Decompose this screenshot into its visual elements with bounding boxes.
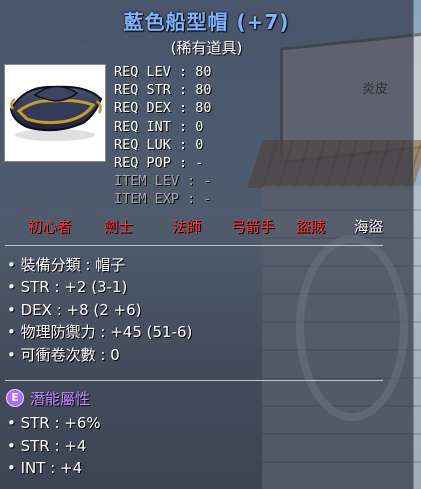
- req-label: REQ POP: [114, 155, 171, 172]
- req-value: : 80: [179, 100, 212, 117]
- potential-rank-icon: E: [6, 389, 24, 407]
- job-bowman: 弓箭手: [231, 220, 275, 236]
- item-name: 藍色船型帽 (+7): [123, 10, 290, 34]
- req-value: : -: [187, 173, 212, 190]
- req-value: : 80: [179, 82, 212, 99]
- potential-line: • INT : +4: [7, 459, 83, 478]
- pirate-hat-icon: [9, 85, 103, 141]
- req-row-pop: REQ POP : -: [114, 154, 212, 172]
- req-row-int: REQ INT : 0: [114, 118, 212, 136]
- job-magician: 法師: [172, 220, 201, 236]
- req-row-str: REQ STR : 80: [114, 81, 212, 99]
- stat-dex: • DEX : +8 (2 +6): [7, 300, 142, 319]
- req-row-item-exp: ITEM EXP : -: [114, 190, 212, 208]
- job-restrictions: 初心者 劍士 法師 弓箭手 盜賊 海盜: [24, 216, 404, 238]
- req-label: REQ LUK: [114, 136, 171, 153]
- item-tooltip: 藍色船型帽 (+7) (稀有道具) REQ LEV : 80 REQ STR :…: [0, 0, 414, 489]
- req-label: REQ LEV: [114, 64, 171, 80]
- potential-line: • STR : +6%: [7, 414, 101, 432]
- req-value: : 80: [179, 64, 212, 80]
- req-row-item-level: ITEM LEV : -: [114, 172, 212, 190]
- item-stats: • 裝備分類 : 帽子 • STR : +2 (3-1) • DEX : +8 …: [7, 254, 192, 366]
- req-label: REQ DEX: [114, 100, 171, 117]
- potential-title: 潛能屬性: [30, 390, 91, 408]
- stat-category: • 裝備分類 : 帽子: [7, 256, 126, 274]
- req-value: : 0: [179, 136, 204, 153]
- stat-defense: • 物理防禦力 : +45 (51-6): [7, 323, 193, 342]
- stat-upgrades: • 可衝卷次數 : 0: [7, 345, 120, 364]
- req-value: : 0: [179, 118, 204, 135]
- req-label: ITEM EXP: [114, 191, 180, 208]
- divider: [5, 380, 383, 381]
- item-rarity: (稀有道具): [170, 39, 243, 57]
- stat-str: • STR : +2 (3-1): [7, 278, 128, 297]
- req-row-level: REQ LEV : 80: [114, 63, 212, 81]
- job-pirate: 海盜: [354, 220, 383, 236]
- requirements-list: REQ LEV : 80 REQ STR : 80 REQ DEX : 80 R…: [114, 63, 212, 209]
- req-row-dex: REQ DEX : 80: [114, 99, 212, 117]
- req-label: ITEM LEV: [114, 173, 180, 190]
- item-icon-frame: [4, 64, 106, 162]
- job-beginner: 初心者: [28, 220, 72, 236]
- req-value: : -: [187, 191, 212, 208]
- potential-line: • STR : +4: [7, 436, 87, 455]
- potential-lines: • STR : +6% • STR : +4 • INT : +4: [7, 412, 101, 480]
- job-thief: 盜賊: [296, 220, 325, 236]
- job-warrior: 劍士: [104, 220, 133, 236]
- req-value: : -: [179, 155, 204, 172]
- divider: [5, 245, 383, 246]
- req-label: REQ INT: [114, 118, 171, 135]
- req-row-luk: REQ LUK : 0: [114, 136, 212, 154]
- req-label: REQ STR: [114, 82, 171, 99]
